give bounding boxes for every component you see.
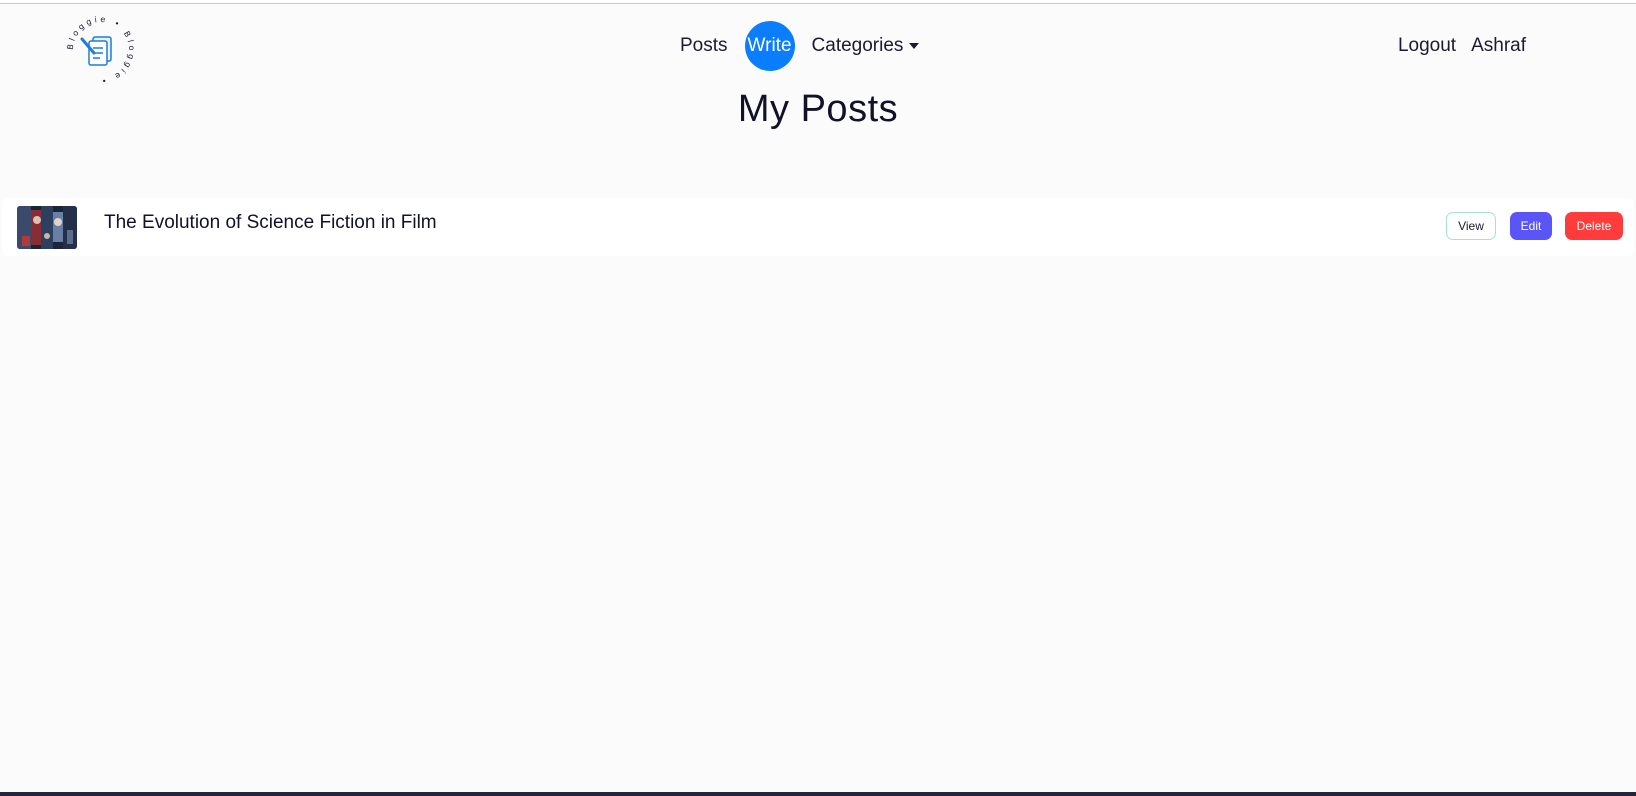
window-bottom-border xyxy=(0,792,1636,796)
edit-button[interactable]: Edit xyxy=(1510,212,1552,240)
site-logo[interactable]: Bloggie • Bloggie • xyxy=(64,13,138,87)
nav-user-link[interactable]: Ashraf xyxy=(1471,35,1526,57)
delete-button[interactable]: Delete xyxy=(1565,212,1623,240)
view-button[interactable]: View xyxy=(1446,212,1496,240)
logo-icon: Bloggie • Bloggie • xyxy=(66,15,133,85)
nav-categories-dropdown[interactable]: Categories xyxy=(812,35,920,57)
caret-down-icon xyxy=(909,43,920,49)
post-title[interactable]: The Evolution of Science Fiction in Film xyxy=(104,212,437,234)
nav-center: Posts Write Categories xyxy=(680,21,920,71)
post-thumbnail[interactable] xyxy=(17,206,77,249)
nav-write-button[interactable]: Write xyxy=(744,21,795,71)
post-list-item: The Evolution of Science Fiction in Film… xyxy=(2,198,1634,256)
window-top-border xyxy=(0,0,1636,4)
nav-right: Logout Ashraf xyxy=(1398,21,1526,71)
navbar: Bloggie • Bloggie • Posts Write Categori… xyxy=(0,5,1636,85)
post-thumbnail-image xyxy=(17,206,77,249)
nav-logout-link[interactable]: Logout xyxy=(1398,35,1456,57)
nav-posts-link[interactable]: Posts xyxy=(680,35,728,57)
nav-categories-label: Categories xyxy=(811,35,904,56)
page-title: My Posts xyxy=(737,88,899,130)
